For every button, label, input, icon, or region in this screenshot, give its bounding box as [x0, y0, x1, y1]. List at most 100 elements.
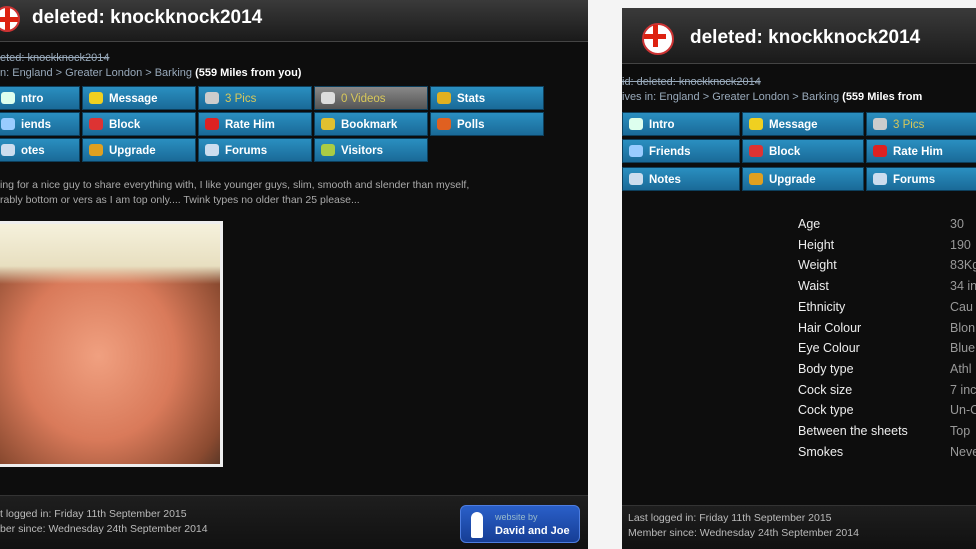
- upgrade-icon: [89, 144, 103, 156]
- button-label: Rate Him: [225, 119, 275, 131]
- button-label: Friends: [649, 146, 691, 158]
- intro-icon: [629, 118, 643, 130]
- upgrade-icon: [749, 173, 763, 185]
- nav-button-notes[interactable]: Notes: [622, 167, 740, 191]
- button-label: ntro: [21, 93, 44, 105]
- intro-icon: [1, 92, 15, 104]
- nav-button-visitors[interactable]: Visitors: [314, 138, 428, 162]
- visitors-icon: [321, 144, 335, 156]
- button-label: Upgrade: [769, 174, 816, 186]
- stat-label: Hair Colour: [798, 320, 862, 335]
- stat-label: Ethnicity: [798, 299, 846, 314]
- location-text[interactable]: n: England > Greater London > Barking: [0, 67, 192, 79]
- nav-button-rate-him[interactable]: Rate Him: [866, 139, 976, 163]
- stat-value: Top: [950, 424, 971, 438]
- stat-value: Blon: [950, 320, 976, 335]
- stat-value: 83Kg: [950, 258, 976, 273]
- stat-label: Eye Colour: [798, 341, 860, 356]
- right-profile-panel: deleted: knockknock2014 id: deleted: kno…: [622, 8, 976, 549]
- profile-footer: Last logged in: Friday 11th September 20…: [622, 505, 976, 549]
- forums-icon: [873, 173, 887, 185]
- nav-button-iends[interactable]: iends: [0, 112, 80, 136]
- stat-label: Waist: [798, 279, 829, 294]
- envelope-icon: [749, 118, 763, 130]
- button-label: otes: [21, 145, 45, 157]
- nav-button-forums[interactable]: Forums: [866, 167, 976, 191]
- badge-name: David and Joe: [495, 525, 570, 537]
- profile-description: ing for a nice guy to share everything w…: [0, 178, 469, 208]
- website-by-badge[interactable]: website by David and Joe: [460, 505, 580, 543]
- stat-label: Between the sheets: [798, 424, 908, 438]
- stat-value: Cau: [950, 299, 973, 314]
- nav-button-polls[interactable]: Polls: [430, 112, 544, 136]
- profile-title: deleted: knockknock2014: [690, 27, 921, 48]
- stat-value: Neve: [950, 444, 976, 459]
- nav-button-stats[interactable]: Stats: [430, 86, 544, 110]
- profile-id: id: deleted: knockknock2014: [622, 76, 761, 88]
- nav-button-0-videos[interactable]: 0 Videos: [314, 86, 428, 110]
- nav-button-block[interactable]: Block: [82, 112, 196, 136]
- block-icon: [749, 145, 763, 157]
- last-logged-in: Last logged in: Friday 11th September 20…: [628, 512, 832, 524]
- nav-button-3-pics[interactable]: 3 Pics: [198, 86, 312, 110]
- button-label: Forums: [225, 145, 268, 157]
- badge-caption: website by: [495, 512, 538, 522]
- last-logged-in: t logged in: Friday 11th September 2015: [0, 508, 187, 520]
- nav-button-bookmark[interactable]: Bookmark: [314, 112, 428, 136]
- nav-button-message[interactable]: Message: [742, 112, 864, 136]
- button-label: Block: [109, 119, 141, 131]
- friends-icon: [629, 145, 643, 157]
- button-label: Message: [769, 119, 818, 131]
- stat-label: Height: [798, 237, 835, 252]
- nav-button-message[interactable]: Message: [82, 86, 196, 110]
- button-label: 3 Pics: [225, 93, 257, 105]
- camera-icon: [205, 92, 219, 104]
- profile-photo[interactable]: [0, 221, 223, 467]
- person-icon: [471, 512, 483, 538]
- pie-chart-icon: [437, 118, 451, 130]
- nav-button-3-pics[interactable]: 3 Pics: [866, 112, 976, 136]
- button-label: 3 Pics: [893, 119, 925, 131]
- stat-value: 34 in: [950, 279, 976, 294]
- heart-icon: [205, 118, 219, 130]
- button-label: Polls: [457, 119, 485, 131]
- profile-header: deleted: knockknock2014: [622, 8, 976, 64]
- button-label: Message: [109, 93, 158, 105]
- nav-button-intro[interactable]: Intro: [622, 112, 740, 136]
- england-flag-icon: [0, 6, 20, 32]
- nav-button-upgrade[interactable]: Upgrade: [742, 167, 864, 191]
- nav-button-friends[interactable]: Friends: [622, 139, 740, 163]
- location-text[interactable]: ives in: England > Greater London > Bark…: [622, 91, 839, 103]
- play-icon: [321, 92, 335, 104]
- england-flag-icon: [642, 23, 674, 55]
- description-line: ing for a nice guy to share everything w…: [0, 179, 470, 191]
- friends-icon: [1, 118, 15, 130]
- stat-label: Body type: [798, 361, 854, 376]
- nav-button-otes[interactable]: otes: [0, 138, 80, 162]
- forums-icon: [205, 144, 219, 156]
- stat-label: Weight: [798, 258, 837, 273]
- envelope-icon: [89, 92, 103, 104]
- button-label: Forums: [893, 174, 936, 186]
- nav-button-upgrade[interactable]: Upgrade: [82, 138, 196, 162]
- button-label: Intro: [649, 119, 675, 131]
- profile-title: deleted: knockknock2014: [32, 7, 263, 28]
- nav-button-rate-him[interactable]: Rate Him: [198, 112, 312, 136]
- block-icon: [89, 118, 103, 130]
- button-label: Rate Him: [893, 146, 943, 158]
- button-label: Visitors: [341, 145, 383, 157]
- nav-button-block[interactable]: Block: [742, 139, 864, 163]
- stat-value: Un-C: [950, 403, 976, 418]
- nav-button-forums[interactable]: Forums: [198, 138, 312, 162]
- description-line: rably bottom or vers as I am top only...…: [0, 194, 360, 206]
- button-label: Stats: [457, 93, 486, 105]
- profile-id: eted: knockknock2014: [0, 52, 110, 64]
- profile-location: ives in: England > Greater London > Bark…: [622, 91, 922, 103]
- stat-value: Athl: [950, 361, 972, 376]
- nav-button-ntro[interactable]: ntro: [0, 86, 80, 110]
- stat-value: Blue: [950, 341, 976, 356]
- member-since: Member since: Wednesday 24th September 2…: [628, 527, 859, 539]
- button-label: 0 Videos: [341, 93, 386, 105]
- button-label: Block: [769, 146, 801, 158]
- notes-icon: [1, 144, 15, 156]
